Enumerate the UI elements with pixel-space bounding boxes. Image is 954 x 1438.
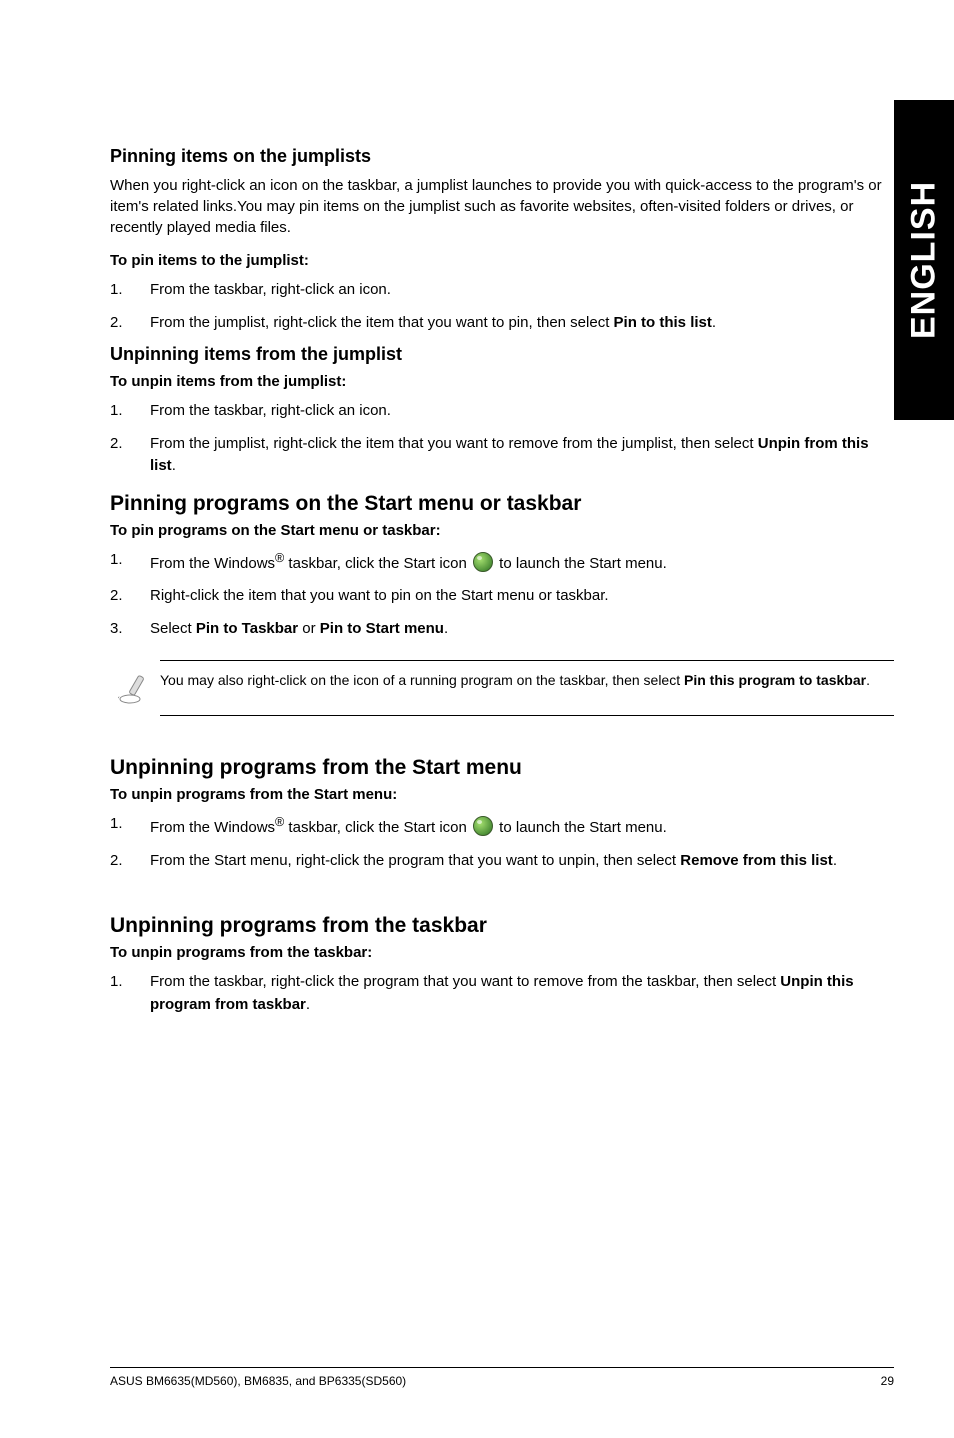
start-icon xyxy=(473,552,493,572)
step-text: From the taskbar, right-click the progra… xyxy=(150,971,894,1016)
list-item: 3. Select Pin to Taskbar or Pin to Start… xyxy=(110,618,894,641)
list-item: 2. From the jumplist, right-click the it… xyxy=(110,433,894,478)
step-text: From the Start menu, right-click the pro… xyxy=(150,850,894,873)
pencil-icon xyxy=(110,671,160,705)
step-text: Select Pin to Taskbar or Pin to Start me… xyxy=(150,618,894,641)
footer-left: ASUS BM6635(MD560), BM6835, and BP6335(S… xyxy=(110,1374,406,1388)
note-text: You may also right-click on the icon of … xyxy=(160,671,894,691)
step-text: From the jumplist, right-click the item … xyxy=(150,312,894,335)
step-text: From the taskbar, right-click an icon. xyxy=(150,400,894,423)
step-number: 2. xyxy=(110,850,150,873)
note-box: You may also right-click on the icon of … xyxy=(110,660,894,716)
start-icon xyxy=(473,816,493,836)
list-item: 1. From the taskbar, right-click an icon… xyxy=(110,279,894,302)
step-number: 2. xyxy=(110,585,150,608)
divider xyxy=(160,715,894,716)
step-number: 1. xyxy=(110,971,150,1016)
sub-unpin-start: To unpin programs from the Start menu: xyxy=(110,786,894,803)
heading-pinning-programs: Pinning programs on the Start menu or ta… xyxy=(110,492,894,516)
step-number: 1. xyxy=(110,400,150,423)
page-footer: ASUS BM6635(MD560), BM6835, and BP6335(S… xyxy=(110,1367,894,1388)
step-text: From the taskbar, right-click an icon. xyxy=(150,279,894,302)
page-content: Pinning items on the jumplists When you … xyxy=(0,0,954,1016)
page-number: 29 xyxy=(881,1374,894,1388)
heading-pinning-jumplists: Pinning items on the jumplists xyxy=(110,146,894,167)
list-item: 2. From the Start menu, right-click the … xyxy=(110,850,894,873)
sub-pin-programs: To pin programs on the Start menu or tas… xyxy=(110,522,894,539)
step-number: 2. xyxy=(110,433,150,478)
step-number: 3. xyxy=(110,618,150,641)
list-item: 2. Right-click the item that you want to… xyxy=(110,585,894,608)
steps-pin-jumplist: 1. From the taskbar, right-click an icon… xyxy=(110,279,894,334)
steps-unpin-taskbar: 1. From the taskbar, right-click the pro… xyxy=(110,971,894,1016)
step-text: From the Windows® taskbar, click the Sta… xyxy=(150,549,894,576)
heading-unpinning-taskbar: Unpinning programs from the taskbar xyxy=(110,914,894,938)
sub-pin-jumplist: To pin items to the jumplist: xyxy=(110,252,894,269)
step-text: From the jumplist, right-click the item … xyxy=(150,433,894,478)
list-item: 1. From the taskbar, right-click an icon… xyxy=(110,400,894,423)
heading-unpinning-jumplist: Unpinning items from the jumplist xyxy=(110,344,894,365)
sub-unpin-taskbar: To unpin programs from the taskbar: xyxy=(110,944,894,961)
list-item: 1. From the Windows® taskbar, click the … xyxy=(110,813,894,840)
step-number: 2. xyxy=(110,312,150,335)
list-item: 2. From the jumplist, right-click the it… xyxy=(110,312,894,335)
intro-paragraph: When you right-click an icon on the task… xyxy=(110,175,894,238)
step-number: 1. xyxy=(110,549,150,576)
list-item: 1. From the Windows® taskbar, click the … xyxy=(110,549,894,576)
heading-unpinning-start: Unpinning programs from the Start menu xyxy=(110,756,894,780)
steps-unpin-start: 1. From the Windows® taskbar, click the … xyxy=(110,813,894,872)
step-number: 1. xyxy=(110,279,150,302)
sub-unpin-jumplist: To unpin items from the jumplist: xyxy=(110,373,894,390)
step-text: From the Windows® taskbar, click the Sta… xyxy=(150,813,894,840)
steps-unpin-jumplist: 1. From the taskbar, right-click an icon… xyxy=(110,400,894,478)
steps-pin-programs: 1. From the Windows® taskbar, click the … xyxy=(110,549,894,641)
step-number: 1. xyxy=(110,813,150,840)
list-item: 1. From the taskbar, right-click the pro… xyxy=(110,971,894,1016)
step-text: Right-click the item that you want to pi… xyxy=(150,585,894,608)
divider xyxy=(160,660,894,661)
